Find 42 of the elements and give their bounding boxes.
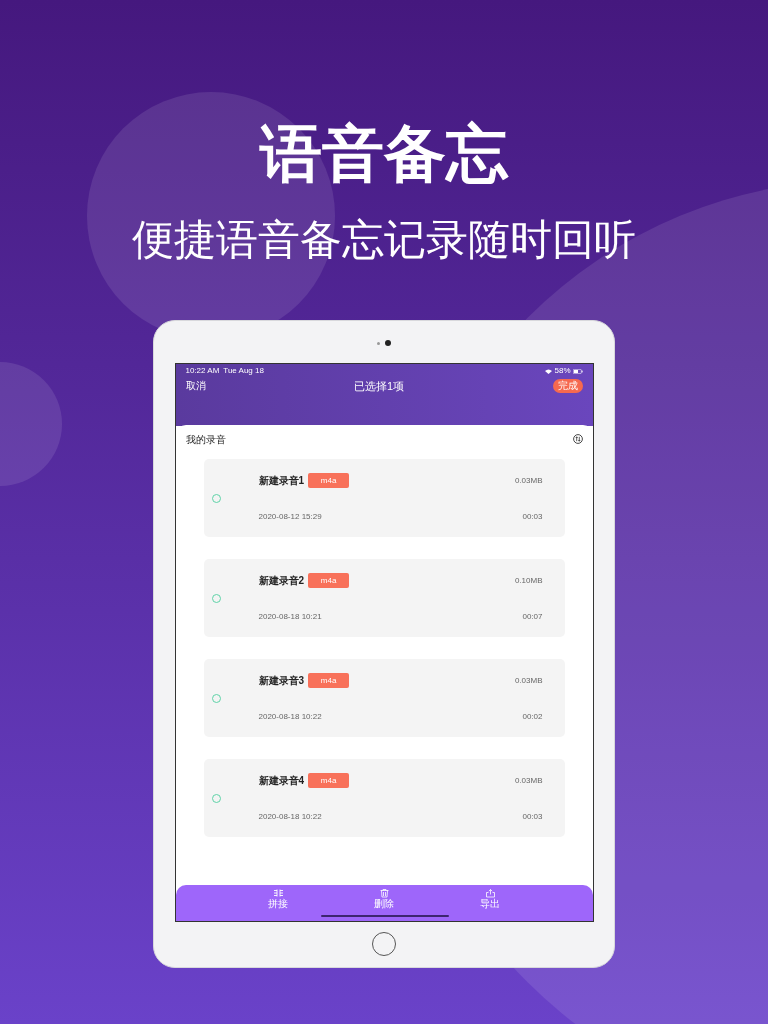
share-icon — [484, 889, 496, 898]
status-date: Tue Aug 18 — [223, 365, 264, 377]
format-tag: m4a — [308, 773, 350, 788]
recording-date: 2020-08-18 10:22 — [258, 811, 322, 823]
file-size: 0.10MB — [514, 574, 543, 587]
file-size: 0.03MB — [514, 674, 543, 687]
recording-duration: 00:07 — [522, 611, 543, 623]
merge-icon — [272, 889, 284, 898]
status-time: 10:22 AM — [185, 365, 220, 377]
toolbar-button[interactable]: 拼接 — [263, 889, 293, 921]
cancel-button[interactable]: 取消 — [185, 381, 206, 391]
subheadline: 便捷语音备忘记录随时回听 — [132, 215, 636, 265]
camera — [385, 340, 391, 346]
wifi-icon — [545, 368, 553, 374]
recording-name: 新建录音1 — [258, 474, 305, 488]
headline: 语音备忘 — [260, 118, 508, 190]
section-title: 我的录音 — [185, 432, 226, 447]
trash-icon — [378, 889, 390, 898]
recording-name: 新建录音3 — [258, 674, 305, 688]
nav-title: 已选择1项 — [353, 378, 405, 394]
battery-percent: 58% — [554, 365, 571, 377]
file-size: 0.03MB — [514, 474, 543, 487]
format-tag: m4a — [308, 573, 350, 588]
circled-arrows-icon[interactable] — [572, 434, 583, 444]
recording-date: 2020-08-12 15:29 — [258, 511, 322, 523]
recording-name: 新建录音2 — [258, 574, 305, 588]
recording-card[interactable]: 新建录音4 m4a 0.03MB 2020-08-18 10:22 00:03 — [203, 759, 565, 837]
recording-date: 2020-08-18 10:22 — [258, 711, 322, 723]
recording-duration: 00:02 — [522, 711, 543, 723]
recording-date: 2020-08-18 10:21 — [258, 611, 322, 623]
recording-card[interactable]: 新建录音3 m4a 0.03MB 2020-08-18 10:22 00:02 — [203, 659, 565, 737]
battery-icon — [572, 368, 583, 374]
toolbar-button[interactable]: 导出 — [475, 889, 505, 921]
format-tag: m4a — [308, 673, 350, 688]
format-tag: m4a — [308, 473, 350, 488]
recording-duration: 00:03 — [522, 511, 543, 523]
recording-name: 新建录音4 — [258, 774, 305, 788]
recording-duration: 00:03 — [522, 811, 543, 823]
toolbar-button[interactable]: 删除 — [369, 889, 399, 921]
file-size: 0.03MB — [514, 774, 543, 787]
recording-card[interactable]: 新建录音1 m4a 0.03MB 2020-08-12 15:29 00:03 — [203, 459, 565, 537]
recording-card[interactable]: 新建录音2 m4a 0.10MB 2020-08-18 10:21 00:07 — [203, 559, 565, 637]
